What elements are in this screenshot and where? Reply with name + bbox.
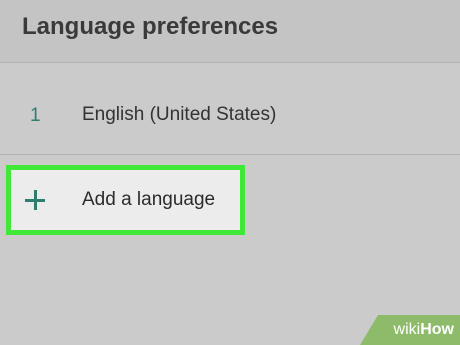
language-row[interactable]: 1 English (United States) <box>0 63 460 154</box>
add-language-label: Add a language <box>82 189 216 210</box>
wikihow-watermark: wikiHow <box>360 315 460 345</box>
watermark-logo: wikiHow <box>394 321 454 339</box>
language-name: English (United States) <box>82 104 277 125</box>
plus-icon <box>25 190 45 210</box>
header: Language preferences <box>0 0 460 62</box>
language-preferences-screen: Language preferences 1 English (United S… <box>0 0 460 345</box>
add-language-button[interactable]: Add a language <box>6 165 245 235</box>
watermark-wiki-text: wiki <box>393 321 421 338</box>
language-rank: 1 <box>30 105 41 126</box>
watermark-how-text: How <box>420 321 454 338</box>
page-title: Language preferences <box>22 13 279 40</box>
list-divider <box>0 154 460 155</box>
